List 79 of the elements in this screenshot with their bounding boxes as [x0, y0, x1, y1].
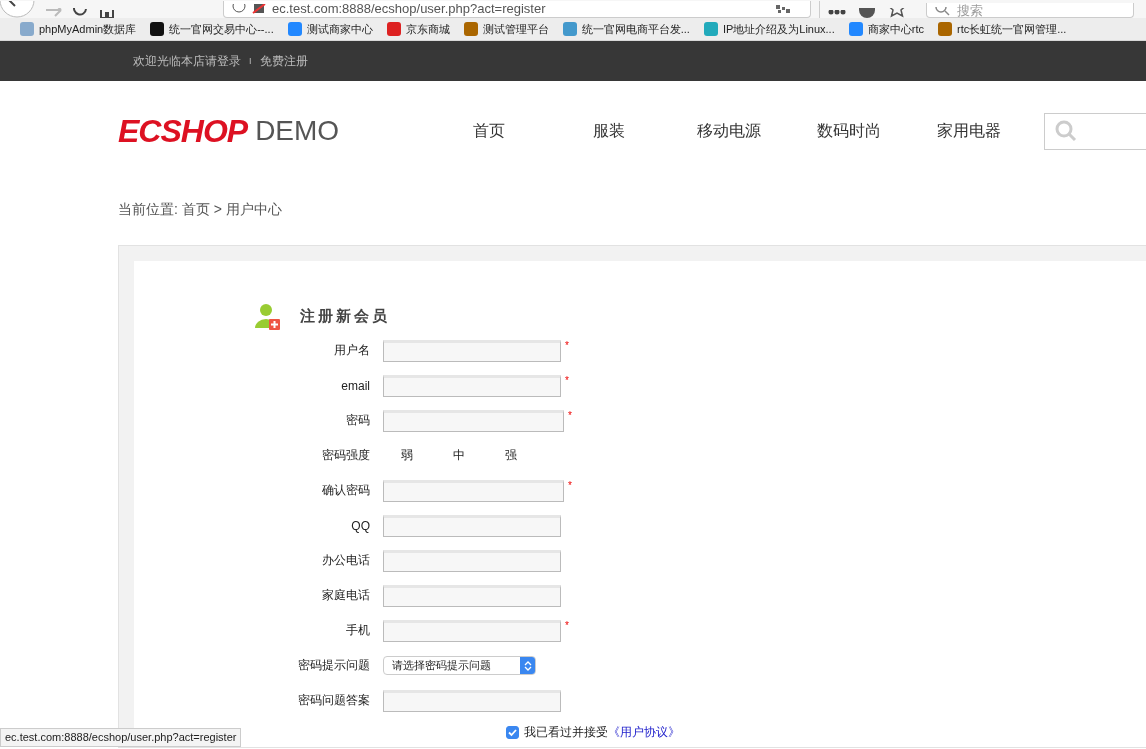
user-agreement-link[interactable]: 《用户协议》 [608, 724, 680, 741]
breadcrumb: 当前位置: 首页 > 用户中心 [118, 201, 283, 219]
input-field[interactable] [383, 479, 564, 502]
input-field[interactable] [383, 689, 561, 712]
address-bar[interactable]: ec.test.com:8888/ecshop/user.php?act=register [223, 1, 811, 18]
forward-icon[interactable] [45, 8, 63, 18]
agreement-text: 我已看过并接受 [524, 724, 608, 741]
field-label: 密码问题答案 [297, 692, 371, 709]
input-field[interactable] [383, 374, 561, 397]
field-label: 确认密码 [321, 482, 371, 499]
pocket-icon[interactable] [858, 8, 876, 18]
required-mark: * [565, 339, 569, 351]
field-label: 密码 [345, 412, 371, 429]
input-field[interactable] [383, 619, 561, 642]
bookmark-item[interactable]: 统一官网交易中心--... [150, 21, 274, 37]
agreement-checkbox[interactable] [506, 726, 519, 739]
bookmark-item[interactable]: 测试管理平台 [463, 21, 549, 37]
strength-level: 强 [504, 447, 518, 464]
bookmark-item[interactable]: phpMyAdmin数据库 [20, 21, 137, 37]
input-field[interactable] [383, 339, 561, 362]
input-field[interactable] [383, 549, 561, 572]
bookmark-icon [937, 22, 952, 36]
bookmark-icon [386, 22, 401, 36]
field-label: 密码强度 [321, 447, 371, 464]
strength-level: 中 [452, 447, 466, 464]
back-button[interactable] [0, 1, 35, 18]
home-icon[interactable] [99, 8, 115, 18]
required-mark: * [565, 374, 569, 386]
bookmark-icon [848, 22, 863, 36]
bookmark-icon [562, 22, 577, 36]
search-icon [1054, 120, 1077, 142]
form-title: 注册新会员 [300, 306, 390, 326]
select-arrows-icon [520, 657, 535, 674]
input-field[interactable] [383, 514, 561, 537]
strength-level: 弱 [400, 447, 414, 464]
required-mark: * [568, 409, 572, 421]
field-label: 密码提示问题 [297, 657, 371, 674]
qr-code-icon[interactable] [776, 5, 790, 13]
insecure-lock-icon [252, 4, 266, 14]
status-url: ec.test.com:8888/ecshop/user.php?act=register [0, 728, 242, 747]
nav-link[interactable]: 首页 [428, 120, 549, 142]
bookmark-item[interactable]: 商家中心rtc [848, 21, 924, 37]
separator: I [249, 56, 252, 66]
field-label: email [340, 378, 371, 393]
question-select[interactable]: 请选择密码提示问题 [383, 656, 536, 675]
field-label: 用户名 [333, 342, 371, 359]
bookmark-icon [703, 22, 718, 36]
bookmark-item[interactable]: 测试商家中心 [287, 21, 373, 37]
reload-icon[interactable] [73, 8, 89, 18]
input-field[interactable] [383, 409, 564, 432]
nav-link[interactable]: 数码时尚 [788, 120, 909, 142]
site-search-field[interactable] [1043, 112, 1146, 150]
login-link[interactable]: 欢迎光临本店请登录 [133, 52, 241, 70]
logo-suffix: DEMO [255, 115, 340, 147]
bookmark-item[interactable]: rtc长虹统一官网管理... [937, 21, 1067, 37]
bookmark-item[interactable]: IP地址介绍及为Linux... [703, 21, 835, 37]
info-icon[interactable] [232, 4, 246, 14]
url-text: ec.test.com:8888/ecshop/user.php?act=register [272, 1, 547, 17]
required-mark: * [565, 619, 569, 631]
required-mark: * [568, 479, 572, 491]
nav-link[interactable]: 移动电源 [668, 120, 789, 142]
field-label: 家庭电话 [321, 587, 371, 604]
nav-link[interactable]: 家用电器 [908, 120, 1029, 142]
bookmark-icon [463, 22, 478, 36]
field-label: 手机 [345, 622, 371, 639]
search-icon [935, 7, 951, 17]
bookmark-icon [20, 22, 34, 36]
nav-link[interactable]: 服装 [548, 120, 669, 142]
bookmark-item[interactable]: 统一官网电商平台发... [562, 21, 690, 37]
bookmark-icon [287, 22, 302, 36]
input-field[interactable] [383, 584, 561, 607]
field-label: QQ [350, 518, 371, 533]
bookmark-item[interactable]: 京东商城 [386, 21, 450, 37]
register-link[interactable]: 免费注册 [259, 52, 308, 70]
logo-text[interactable]: ECSHOP [118, 112, 248, 150]
field-label: 办公电话 [321, 552, 371, 569]
bookmark-icon [150, 22, 165, 36]
user-add-icon [254, 301, 282, 331]
star-icon[interactable] [888, 8, 906, 18]
